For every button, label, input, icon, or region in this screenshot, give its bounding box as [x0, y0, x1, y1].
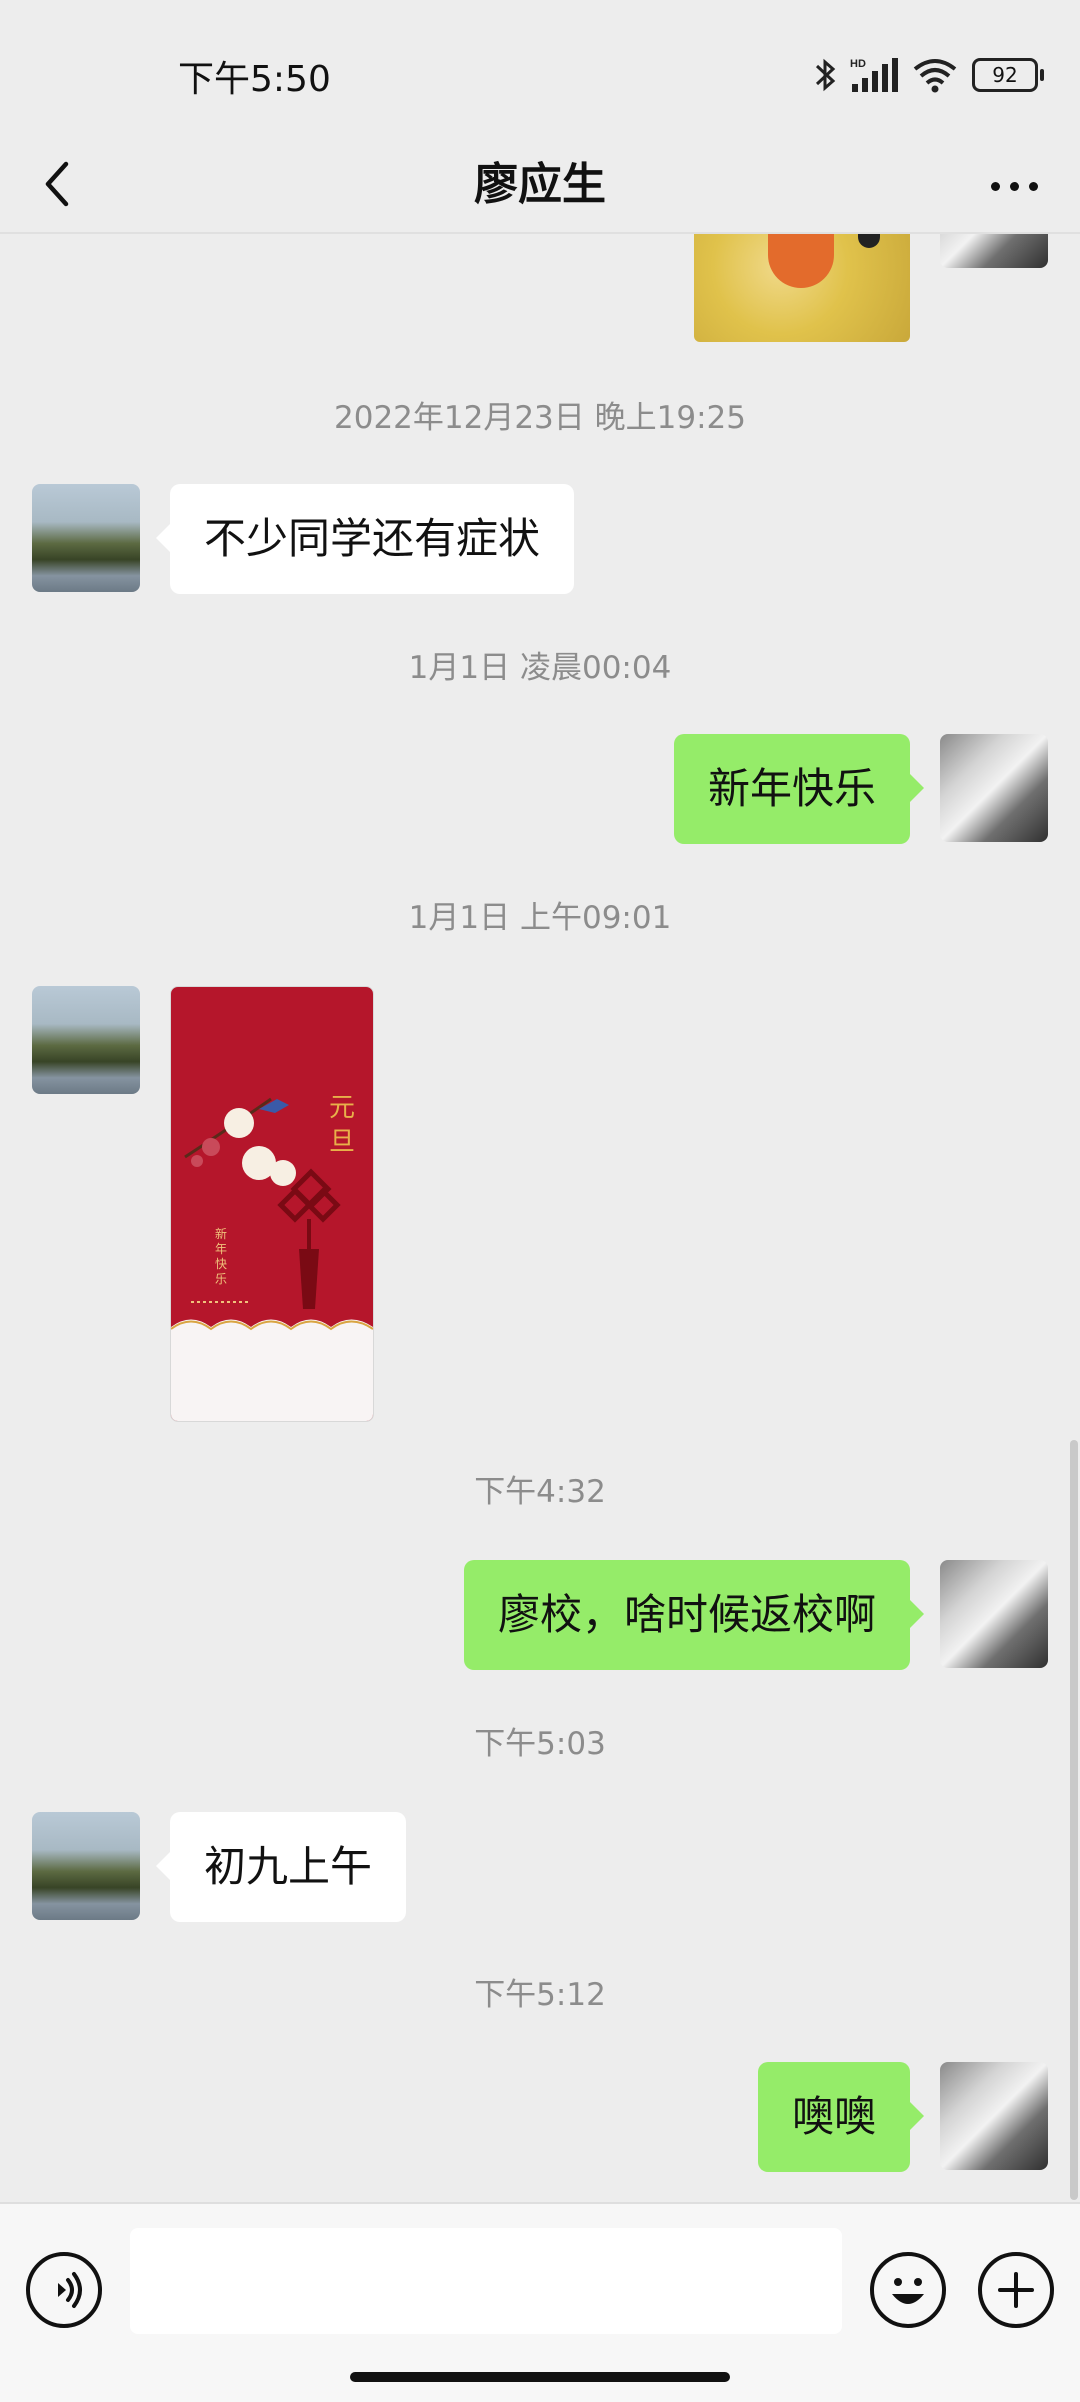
- home-indicator[interactable]: [350, 2372, 730, 2382]
- sent-message[interactable]: 廖校，啥时候返校啊: [463, 1560, 925, 1670]
- voice-button[interactable]: [26, 2252, 102, 2328]
- message-input[interactable]: [130, 2228, 842, 2334]
- card-subtitle: 新年快乐: [215, 1227, 228, 1286]
- received-message[interactable]: 初九上午: [155, 1812, 407, 1922]
- plus-icon: [998, 2272, 1034, 2308]
- status-icons: HD 92: [814, 50, 1044, 100]
- chat-area[interactable]: 2022年12月23日 晚上19:25 不少同学还有症状 1月1日 凌晨00:0…: [0, 234, 1080, 2202]
- more-dot: [990, 181, 1000, 191]
- timestamp: 1月1日 上午09:01: [408, 900, 672, 936]
- emoji-button[interactable]: [870, 2252, 946, 2328]
- sticker-beak: [768, 234, 834, 288]
- signal-icon: HD: [850, 58, 898, 92]
- back-button[interactable]: [28, 152, 92, 216]
- timestamp: 下午4:32: [474, 1474, 606, 1510]
- chevron-left-icon: [45, 161, 69, 207]
- voice-icon: [58, 2272, 82, 2308]
- my-avatar[interactable]: [940, 734, 1048, 842]
- received-message[interactable]: 不少同学还有症状: [155, 484, 575, 594]
- sent-message[interactable]: 新年快乐: [673, 734, 925, 844]
- contact-avatar[interactable]: [32, 1812, 140, 1920]
- bluetooth-icon: [815, 58, 836, 92]
- status-bar: 下午5:50 HD 92: [0, 0, 1080, 150]
- timestamp: 1月1日 凌晨00:04: [408, 650, 672, 686]
- sticker-eye: [858, 234, 880, 248]
- new-year-card-image[interactable]: 元旦 新年快乐: [170, 986, 374, 1422]
- timestamp: 下午5:12: [474, 1977, 606, 2013]
- my-avatar[interactable]: [940, 2062, 1048, 2170]
- more-button[interactable]: [970, 154, 1058, 218]
- wifi-icon: [913, 59, 957, 93]
- my-avatar[interactable]: [940, 234, 1048, 268]
- more-dot: [1009, 181, 1019, 191]
- battery-indicator: 92: [972, 58, 1044, 92]
- sticker-image[interactable]: [694, 234, 910, 342]
- chat-title: 廖应生: [474, 159, 606, 210]
- battery-level: 92: [992, 63, 1018, 87]
- contact-avatar[interactable]: [32, 986, 140, 1094]
- timestamp: 下午5:03: [474, 1726, 606, 1762]
- emoji-icon: [892, 2278, 924, 2304]
- status-time: 下午5:50: [178, 59, 331, 100]
- scrollbar[interactable]: [1070, 1440, 1078, 2200]
- plus-button[interactable]: [978, 2252, 1054, 2328]
- nav-bar: 廖应生: [0, 150, 1080, 236]
- svg-text:HD: HD: [850, 58, 866, 70]
- my-avatar[interactable]: [940, 1560, 1048, 1668]
- card-illustration: [171, 1097, 373, 1421]
- card-title: 元旦: [329, 1093, 356, 1156]
- timestamp: 2022年12月23日 晚上19:25: [334, 400, 746, 436]
- contact-avatar[interactable]: [32, 484, 140, 592]
- sent-message[interactable]: 噢噢: [757, 2062, 925, 2172]
- more-dot: [1028, 181, 1038, 191]
